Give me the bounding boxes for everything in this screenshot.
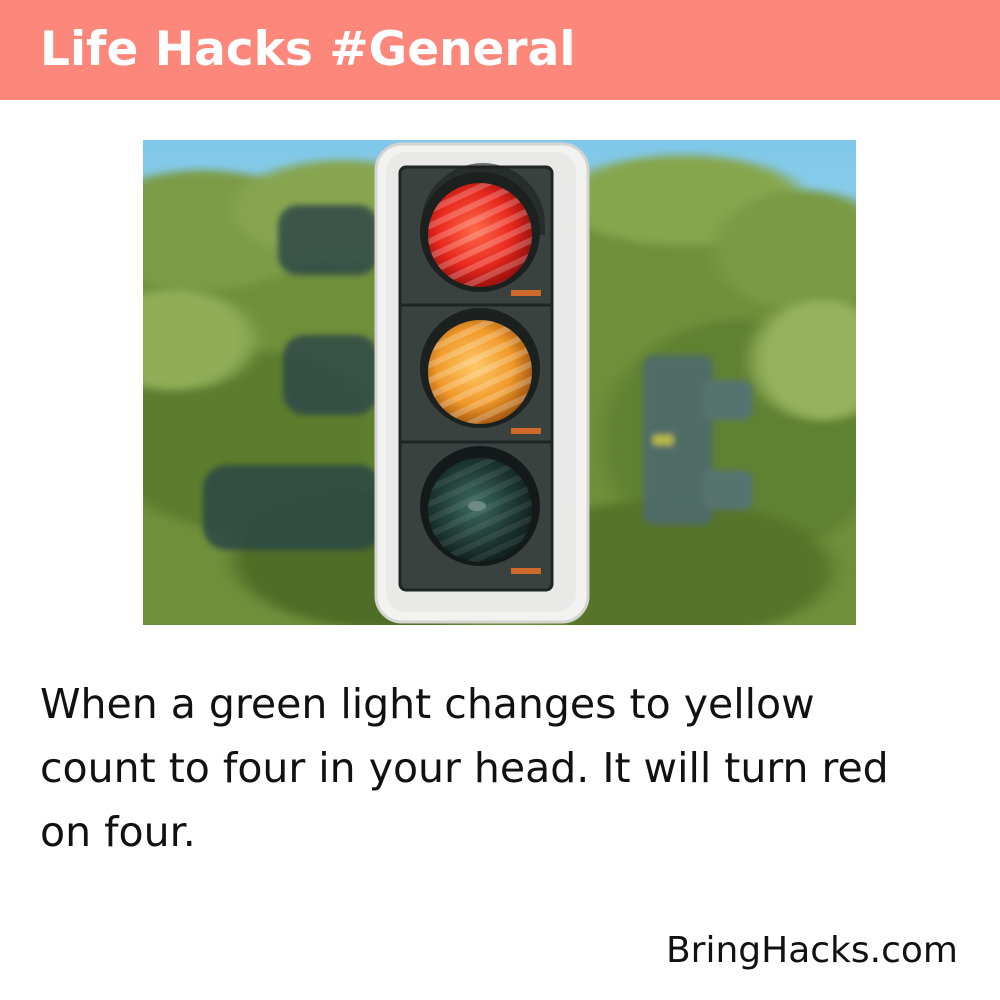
site-watermark[interactable]: BringHacks.com bbox=[666, 926, 958, 976]
page-title: Life Hacks #General bbox=[40, 22, 576, 77]
hack-text: When a green light changes to yellow cou… bbox=[40, 680, 889, 856]
header-banner: Life Hacks #General bbox=[0, 0, 1000, 100]
traffic-light-icon bbox=[143, 140, 856, 625]
life-hack-card: Life Hacks #General When a green light c… bbox=[0, 0, 1000, 1000]
traffic-light-photo bbox=[143, 140, 856, 625]
